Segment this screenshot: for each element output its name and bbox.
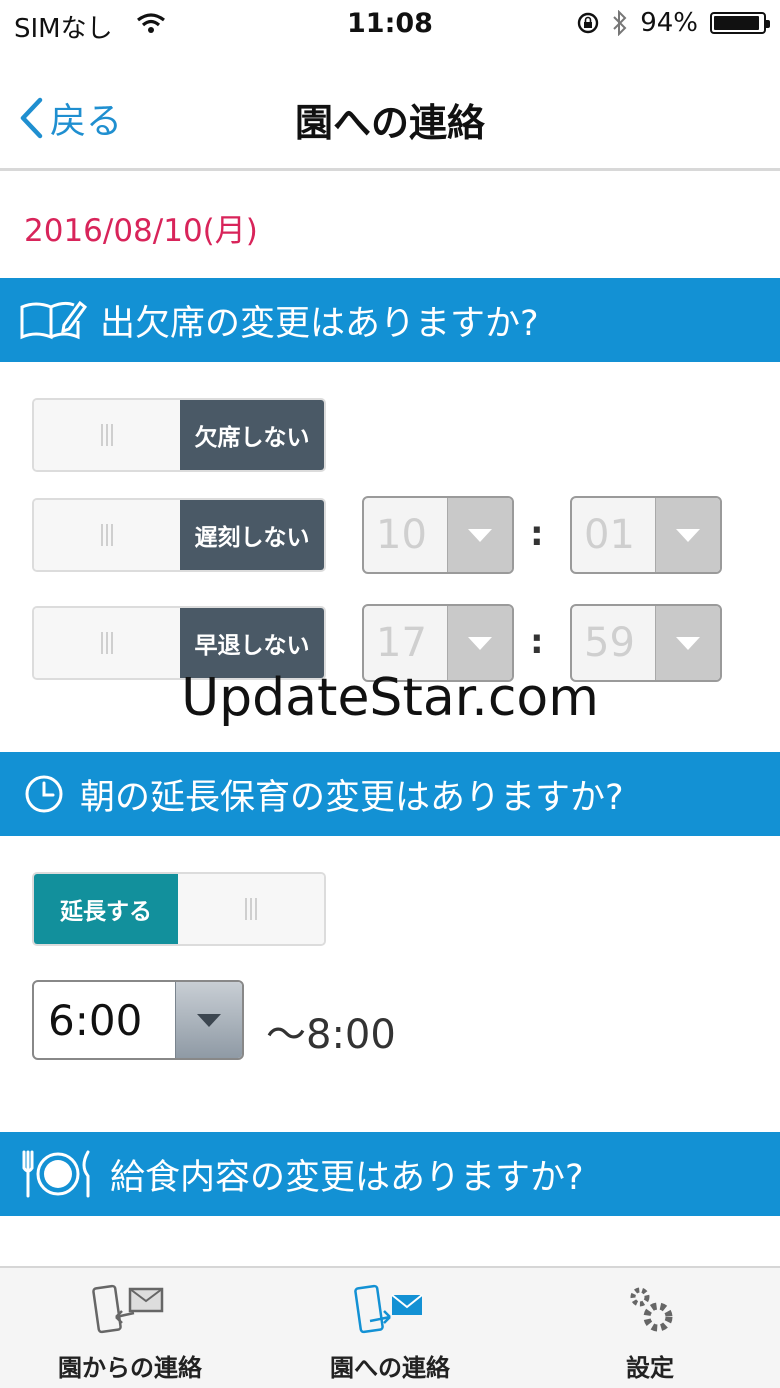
- plate-cutlery-icon: [18, 1144, 98, 1204]
- late-minute-select[interactable]: 01: [570, 496, 722, 574]
- extend-toggle[interactable]: 延長する: [32, 872, 326, 946]
- lunch-section-title: 給食内容の変更はありますか?: [110, 1157, 584, 1198]
- start-time-select[interactable]: 6:00: [32, 980, 244, 1060]
- grip-icon: [245, 898, 257, 920]
- battery-percent: 94%: [640, 8, 698, 38]
- bluetooth-icon: [613, 10, 627, 36]
- battery-icon: [710, 12, 770, 34]
- toggle-handle: [34, 400, 180, 470]
- phone-receive-mail-icon: [90, 1280, 170, 1342]
- lunch-section-header: 給食内容の変更はありますか?: [0, 1132, 780, 1216]
- navigation-bar: 戻る 園への連絡: [0, 52, 780, 171]
- toggle-handle: [178, 874, 324, 944]
- toggle-handle: [34, 500, 180, 570]
- book-pencil-icon: [18, 290, 88, 350]
- attendance-section-title: 出欠席の変更はありますか?: [100, 303, 539, 344]
- date-label: 2016/08/10(月): [24, 213, 258, 249]
- morning-care-section-header: 朝の延長保育の変更はありますか?: [0, 752, 780, 836]
- absence-toggle[interactable]: 欠席しない: [32, 398, 326, 472]
- time-separator: :: [530, 622, 544, 662]
- grip-icon: [101, 632, 113, 654]
- extend-toggle-label: 延長する: [34, 874, 178, 944]
- late-minute-value: 01: [584, 512, 635, 558]
- late-toggle[interactable]: 遅刻しない: [32, 498, 326, 572]
- watermark: UpdateStar.com: [181, 668, 599, 728]
- tab-label: 設定: [626, 1354, 674, 1382]
- time-separator: :: [530, 514, 544, 554]
- dropdown-arrow-icon: [447, 498, 512, 572]
- page-title: 園への連絡: [294, 101, 485, 145]
- dropdown-arrow-icon: [175, 982, 242, 1058]
- rotation-lock-icon: [578, 12, 599, 34]
- tab-bar: 園からの連絡 園への連絡 設定: [0, 1266, 780, 1388]
- clock-icon: [20, 764, 68, 824]
- tab-label: 園への連絡: [330, 1354, 450, 1382]
- tab-from-school[interactable]: 園からの連絡: [0, 1268, 260, 1388]
- dropdown-arrow-icon: [655, 498, 720, 572]
- gear-icon: [610, 1280, 690, 1342]
- start-time-value: 6:00: [48, 995, 143, 1045]
- status-right: 94%: [576, 8, 770, 38]
- tab-to-school[interactable]: 園への連絡: [260, 1268, 520, 1388]
- grip-icon: [101, 524, 113, 546]
- phone-send-mail-icon: [350, 1280, 430, 1342]
- battery-fill: [714, 16, 760, 30]
- tab-label: 園からの連絡: [58, 1354, 202, 1382]
- attendance-section-header: 出欠席の変更はありますか?: [0, 278, 780, 362]
- morning-care-section-title: 朝の延長保育の変更はありますか?: [80, 777, 624, 818]
- grip-icon: [101, 424, 113, 446]
- late-toggle-label: 遅刻しない: [180, 500, 324, 570]
- late-hour-select[interactable]: 10: [362, 496, 514, 574]
- status-bar: SIMなし 11:08 94%: [0, 0, 780, 52]
- tab-settings[interactable]: 設定: [520, 1268, 780, 1388]
- late-hour-value: 10: [376, 512, 427, 558]
- absence-toggle-label: 欠席しない: [180, 400, 324, 470]
- end-time-label: 〜8:00: [266, 1012, 396, 1058]
